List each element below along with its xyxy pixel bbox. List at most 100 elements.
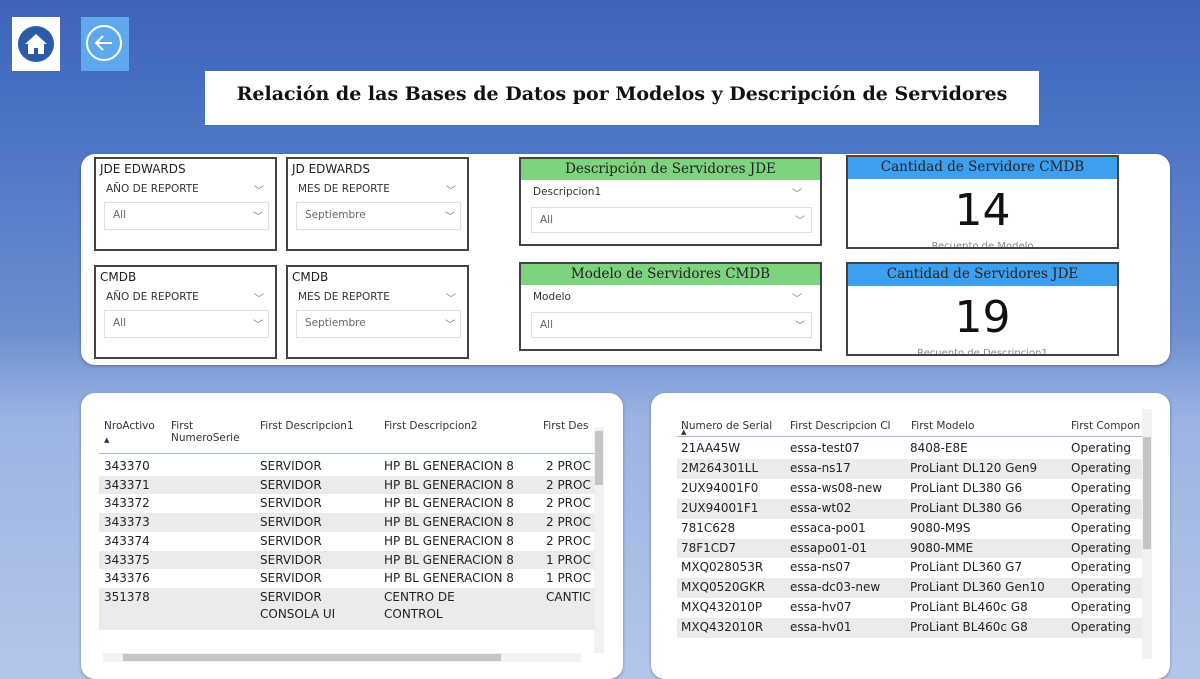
filter-model-cmdb[interactable]: Modelo de Servidores CMDB Modelo ﹀ All ﹀ <box>519 262 822 351</box>
table-cell: essa-ws08-new <box>790 480 883 495</box>
vertical-scrollbar[interactable] <box>1142 409 1152 659</box>
table-cell: essa-ns17 <box>790 460 851 475</box>
table-cell: Operating <box>1071 600 1131 615</box>
table-cell: CONSOLA UI <box>260 606 336 621</box>
table-cell: 2 PROC <box>546 533 591 548</box>
table-cell: Operating <box>1071 520 1131 535</box>
slicer-cmdb-month[interactable]: CMDB MES DE REPORTE ﹀ Septiembre ﹀ <box>286 265 469 359</box>
scrollbar-thumb[interactable] <box>123 654 501 661</box>
slicer-value: Septiembre <box>305 317 366 329</box>
column-header-descripcion2[interactable]: First Descripcion2 <box>384 420 478 432</box>
chevron-down-icon: ﹀ <box>445 212 455 223</box>
table-cell: 1 PROC <box>546 571 591 586</box>
table-cell: 2 PROC <box>546 477 591 492</box>
chevron-down-icon[interactable]: ﹀ <box>792 290 802 305</box>
table-cell: SERVIDOR <box>260 552 322 567</box>
filter-dropdown[interactable]: All ﹀ <box>531 207 812 233</box>
table-cell: essa-hv01 <box>790 620 852 635</box>
column-header-componente[interactable]: First Compon <box>1071 420 1143 432</box>
table-cell: SERVIDOR <box>260 589 322 604</box>
table-cell: 2 PROC <box>546 459 591 473</box>
slicer-cmdb-year[interactable]: CMDB AÑO DE REPORTE ﹀ All ﹀ <box>94 265 277 359</box>
table-cell: HP BL GENERACION 8 <box>384 496 514 511</box>
slicer-jde-year[interactable]: JDE EDWARDS AÑO DE REPORTE ﹀ All ﹀ <box>94 157 277 251</box>
table-cell: 781C628 <box>681 520 736 535</box>
table-cell: ProLiant DL120 Gen9 <box>910 460 1038 475</box>
slicer-dropdown[interactable]: All ﹀ <box>104 310 269 338</box>
table-cell: MXQ0520GKR <box>681 580 766 595</box>
column-header-nroactivo[interactable]: NroActivo <box>104 420 155 432</box>
table-cell: HP BL GENERACION 8 <box>384 459 514 473</box>
table-cell: Operating <box>1071 441 1131 455</box>
chevron-down-icon[interactable]: ﹀ <box>254 290 264 305</box>
table-cell: 8408-E8E <box>910 441 968 455</box>
table-cell: CONTROL <box>384 606 443 621</box>
card-subtitle: Recuento de Descripcion1 <box>917 348 1048 356</box>
filter-header: Descripción de Servidores JDE <box>521 159 820 180</box>
chevron-down-icon: ﹀ <box>445 320 455 331</box>
table-cell: ProLiant DL360 G7 <box>910 560 1023 575</box>
card-jde-count: Cantidad de Servidores JDE 19 Recuento d… <box>846 262 1119 356</box>
column-header-descripcion3[interactable]: First Des <box>543 420 595 432</box>
table-cell: 343372 <box>104 496 150 511</box>
slicer-dropdown[interactable]: Septiembre ﹀ <box>296 310 461 338</box>
horizontal-scrollbar[interactable] <box>103 653 581 662</box>
back-button[interactable] <box>81 17 129 71</box>
slicer-label: AÑO DE REPORTE <box>106 291 199 303</box>
table-cell: ProLiant BL460c G8 <box>910 620 1028 635</box>
home-icon <box>18 26 54 62</box>
sort-ascending-icon: ▲ <box>104 436 110 444</box>
table-cell: 343371 <box>104 477 150 492</box>
column-header-descripcion1[interactable]: First Descripcion1 <box>260 420 354 432</box>
slicer-jde-month[interactable]: JD EDWARDS MES DE REPORTE ﹀ Septiembre ﹀ <box>286 157 469 251</box>
slicer-title: JD EDWARDS <box>292 162 371 176</box>
card-subtitle: Recuento de Modelo <box>931 241 1034 249</box>
table-cell: 2UX94001F0 <box>681 480 759 495</box>
table-cell: 343375 <box>104 552 150 567</box>
table-cell: essaca-po01 <box>790 520 866 535</box>
table-cell: essapo01-01 <box>790 540 868 555</box>
slicer-value: All <box>113 209 127 221</box>
chevron-down-icon[interactable]: ﹀ <box>446 182 456 197</box>
table-cell: SERVIDOR <box>260 533 322 548</box>
slicer-dropdown[interactable]: Septiembre ﹀ <box>296 202 461 230</box>
filter-value: All <box>540 319 554 331</box>
card-value: 14 <box>954 185 1011 236</box>
table-cell: SERVIDOR <box>260 571 322 586</box>
slicer-dropdown[interactable]: All ﹀ <box>104 202 269 230</box>
filter-label: Descripcion1 <box>533 186 602 198</box>
table-cell: 9080-MME <box>910 540 974 555</box>
chevron-down-icon[interactable]: ﹀ <box>792 185 802 200</box>
table-cell: MXQ028053R <box>681 560 764 575</box>
scrollbar-thumb[interactable] <box>1143 437 1151 549</box>
card-header: Cantidad de Servidore CMDB <box>848 157 1117 179</box>
table-cell: 9080-M9S <box>910 520 971 535</box>
scrollbar-thumb[interactable] <box>595 431 603 485</box>
card-header: Cantidad de Servidores JDE <box>848 264 1117 286</box>
table-cell: ProLiant DL360 Gen10 <box>910 580 1045 595</box>
column-header-numeroserie[interactable]: First NumeroSerie <box>171 420 243 444</box>
column-header-modelo[interactable]: First Modelo <box>911 420 974 432</box>
column-header-descripcion-ci[interactable]: First Descripcion CI <box>790 420 891 432</box>
table-cell: essa-hv07 <box>790 600 852 615</box>
table-cell: SERVIDOR <box>260 515 322 530</box>
table-cell: 343370 <box>104 459 150 473</box>
home-button[interactable] <box>12 17 60 71</box>
chevron-down-icon[interactable]: ﹀ <box>446 290 456 305</box>
chevron-down-icon[interactable]: ﹀ <box>254 182 264 197</box>
card-cmdb-count: Cantidad de Servidore CMDB 14 Recuento d… <box>846 155 1119 249</box>
table-cell: Operating <box>1071 500 1131 515</box>
filter-value: All <box>540 214 554 226</box>
header-underline <box>99 453 599 454</box>
chevron-down-icon: ﹀ <box>795 321 805 332</box>
vertical-scrollbar[interactable] <box>594 427 604 653</box>
table-cell: ProLiant DL380 G6 <box>910 500 1023 515</box>
column-header-serial[interactable]: Numero de Serial <box>681 420 772 432</box>
slicer-value: All <box>113 317 127 329</box>
chevron-down-icon: ﹀ <box>253 212 263 223</box>
slicer-title: JDE EDWARDS <box>100 162 186 176</box>
filter-description-jde[interactable]: Descripción de Servidores JDE Descripcio… <box>519 157 822 246</box>
filter-dropdown[interactable]: All ﹀ <box>531 312 812 338</box>
table-cell: HP BL GENERACION 8 <box>384 515 514 530</box>
table-cell: HP BL GENERACION 8 <box>384 533 514 548</box>
